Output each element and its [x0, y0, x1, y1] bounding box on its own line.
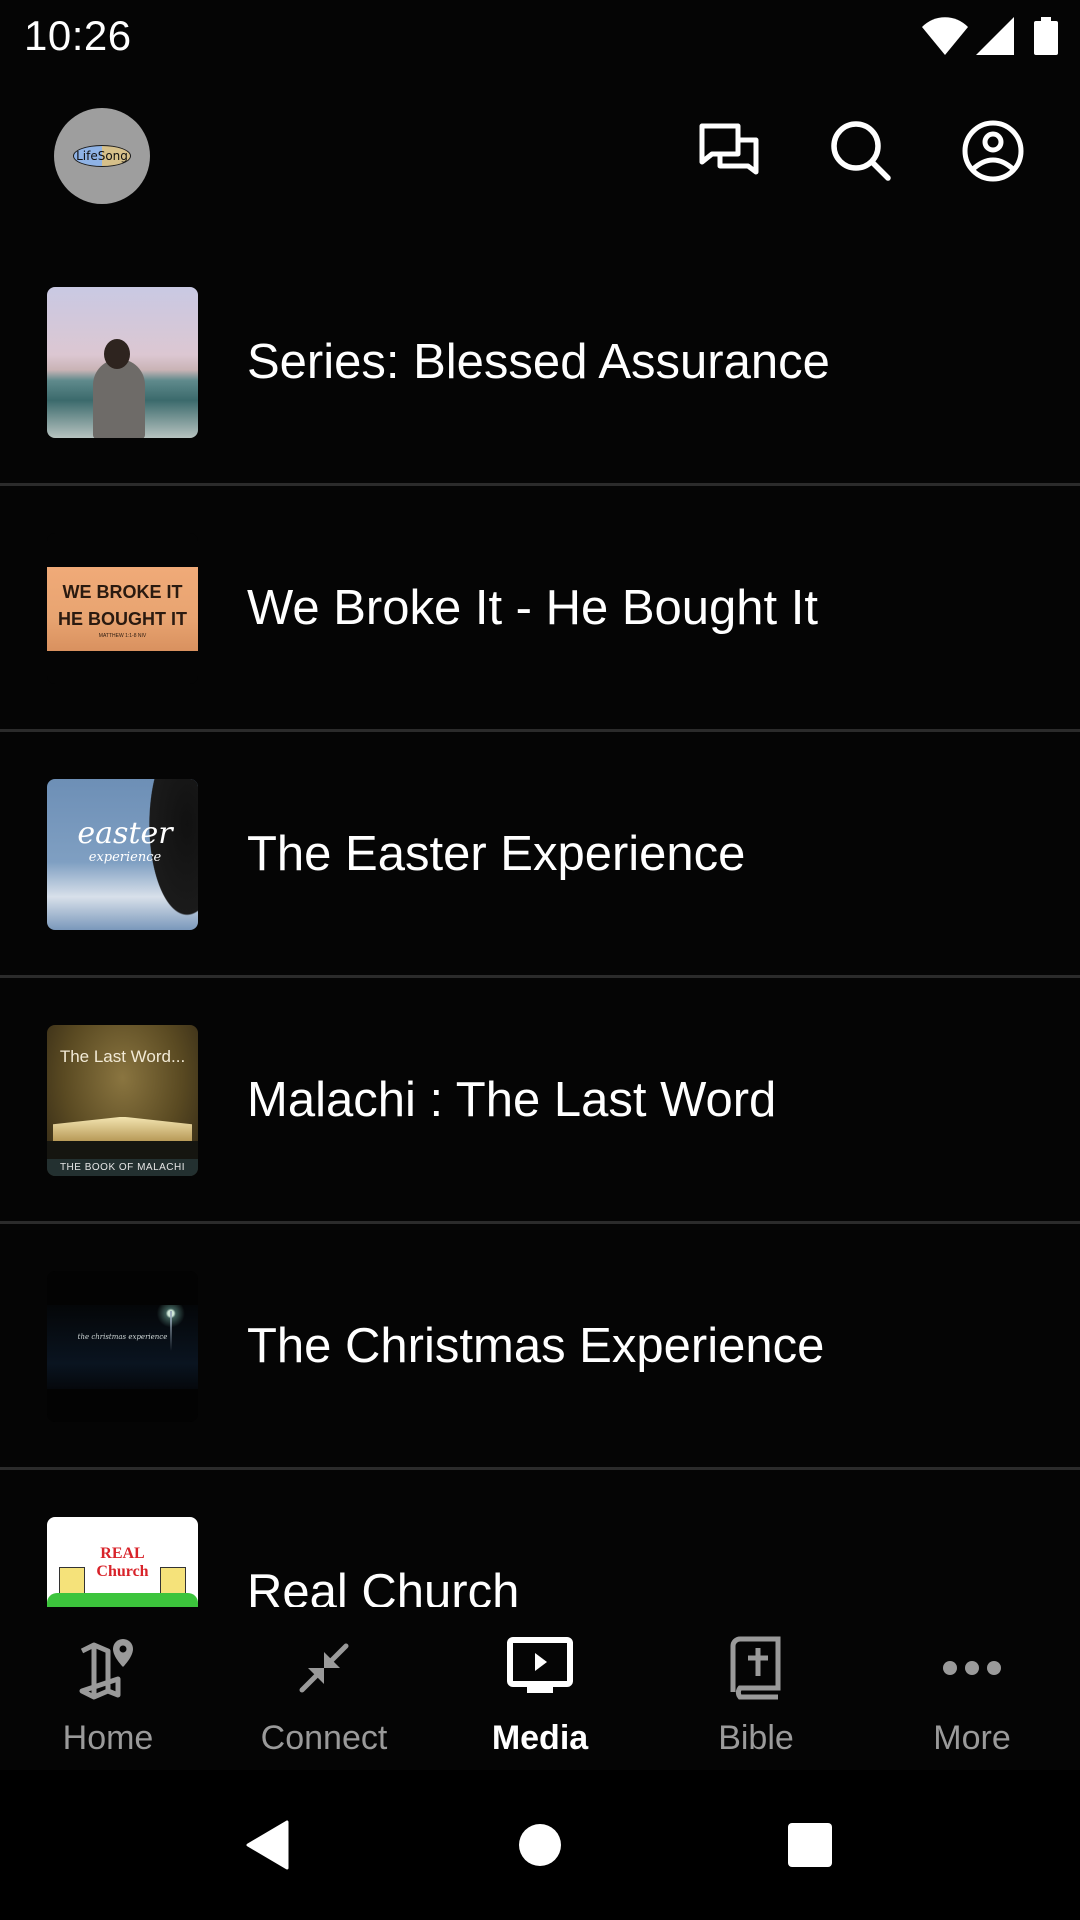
thumb-night-sky [47, 1305, 198, 1389]
search-icon [830, 120, 892, 187]
app-bar: LifeSong [0, 72, 1080, 242]
series-row[interactable]: WE BROKE IT HE BOUGHT IT MATTHEW 1:1-8 N… [0, 486, 1080, 732]
system-recents-button[interactable] [780, 1820, 840, 1874]
tv-play-icon [507, 1635, 573, 1701]
more-horizontal-icon [939, 1635, 1005, 1701]
series-list[interactable]: Series: Blessed Assurance WE BROKE IT HE… [0, 240, 1080, 1607]
thumb-figure-head [104, 339, 130, 369]
thumb-text-main: easter [77, 816, 173, 851]
account-circle-icon [962, 120, 1024, 187]
nav-more[interactable]: More [864, 1607, 1080, 1770]
series-row[interactable]: the christmas experience The Christmas E… [0, 1224, 1080, 1470]
series-title: Real Church [247, 1564, 520, 1608]
series-row[interactable]: Series: Blessed Assurance [0, 240, 1080, 486]
series-title: Series: Blessed Assurance [247, 334, 830, 389]
home-circle-icon [518, 1823, 562, 1872]
series-row[interactable]: REAL Church Real Church [0, 1470, 1080, 1607]
nav-label: Home [62, 1719, 154, 1757]
thumb-text-sub: experience [88, 850, 162, 865]
series-title: We Broke It - He Bought It [247, 580, 819, 635]
chat-button[interactable] [698, 122, 760, 184]
series-row[interactable]: The Last Word... THE BOOK OF MALACHI Mal… [0, 978, 1080, 1224]
thumb-text: the christmas experience [77, 1333, 168, 1341]
map-pin-icon [75, 1635, 141, 1701]
series-thumbnail [47, 287, 198, 438]
system-back-button[interactable] [237, 1820, 297, 1874]
logo-text: LifeSong [73, 145, 131, 167]
status-time: 10:26 [24, 12, 132, 59]
recents-square-icon [787, 1822, 833, 1873]
wifi-icon [922, 17, 968, 55]
thumb-ref: MATTHEW 1:1-8 NIV [98, 632, 147, 639]
search-button[interactable] [830, 120, 892, 187]
chat-bubbles-icon [698, 122, 760, 185]
nav-label: Media [491, 1719, 589, 1757]
nav-label: More [933, 1719, 1011, 1757]
thumb-figure [93, 359, 145, 438]
series-thumbnail: REAL Church [47, 1517, 198, 1607]
thumb-text: The Last Word... [59, 1047, 186, 1066]
series-title: The Christmas Experience [247, 1318, 825, 1373]
nav-home[interactable]: Home [0, 1607, 216, 1770]
series-title: Malachi : The Last Word [247, 1072, 777, 1127]
series-thumbnail: the christmas experience [47, 1271, 198, 1422]
battery-icon [1034, 17, 1058, 55]
app-bar-actions [698, 120, 1024, 187]
back-triangle-icon [245, 1820, 289, 1875]
cellular-signal-icon [976, 17, 1014, 55]
thumb-text-line: Church [96, 1563, 149, 1581]
status-icons [922, 16, 1058, 56]
system-home-button[interactable] [510, 1820, 570, 1874]
thumb-book-base [47, 1141, 198, 1159]
thumb-book [53, 1117, 192, 1141]
thumb-caption: THE BOOK OF MALACHI [47, 1159, 198, 1176]
nav-connect[interactable]: Connect [216, 1607, 432, 1770]
series-thumbnail: The Last Word... THE BOOK OF MALACHI [47, 1025, 198, 1176]
nav-media[interactable]: Media [432, 1607, 648, 1770]
profile-button[interactable] [962, 120, 1024, 187]
series-thumbnail: WE BROKE IT HE BOUGHT IT MATTHEW 1:1-8 N… [47, 533, 198, 684]
series-title: The Easter Experience [247, 826, 746, 881]
thumb-text: WE BROKE IT [62, 582, 183, 603]
series-thumbnail: easter experience [47, 779, 198, 930]
status-bar: 10:26 [0, 0, 1080, 72]
nav-bible[interactable]: Bible [648, 1607, 864, 1770]
connect-arrows-icon [291, 1635, 357, 1701]
system-navigation-bar [0, 1770, 1080, 1920]
thumb-text: easter experience [55, 816, 195, 865]
bottom-navigation: Home Connect Media Bible More [0, 1607, 1080, 1770]
bible-icon [723, 1635, 789, 1701]
nav-label: Connect [260, 1719, 388, 1757]
nav-label: Bible [718, 1719, 794, 1757]
thumb-text: HE BOUGHT IT [58, 608, 187, 629]
thumb-star-beam [170, 1311, 172, 1351]
thumb-text-line: REAL [100, 1545, 145, 1562]
thumb-grass [47, 1593, 198, 1607]
thumb-banner: WE BROKE IT HE BOUGHT IT MATTHEW 1:1-8 N… [47, 567, 198, 651]
series-row[interactable]: easter experience The Easter Experience [0, 732, 1080, 978]
church-logo[interactable]: LifeSong [54, 108, 150, 204]
